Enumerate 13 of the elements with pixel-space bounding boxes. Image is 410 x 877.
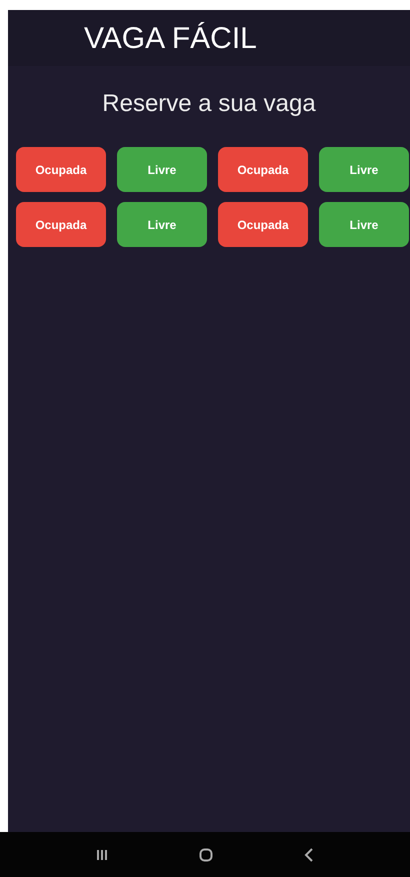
- parking-slot-button[interactable]: Ocupada: [218, 147, 308, 192]
- parking-slot-button[interactable]: Livre: [319, 202, 409, 247]
- home-icon[interactable]: [198, 848, 213, 862]
- parking-slot-button[interactable]: Livre: [319, 147, 409, 192]
- back-icon[interactable]: [304, 848, 314, 862]
- parking-slot-button[interactable]: Livre: [117, 147, 207, 192]
- parking-slot-button[interactable]: Livre: [117, 202, 207, 247]
- parking-slot-button[interactable]: Ocupada: [16, 202, 106, 247]
- app-title: VAGA FÁCIL: [84, 20, 257, 56]
- parking-slot-button[interactable]: Ocupada: [218, 202, 308, 247]
- page-subtitle: Reserve a sua vaga: [102, 89, 316, 119]
- recent-apps-icon[interactable]: [96, 848, 108, 860]
- parking-slot-button[interactable]: Ocupada: [16, 147, 106, 192]
